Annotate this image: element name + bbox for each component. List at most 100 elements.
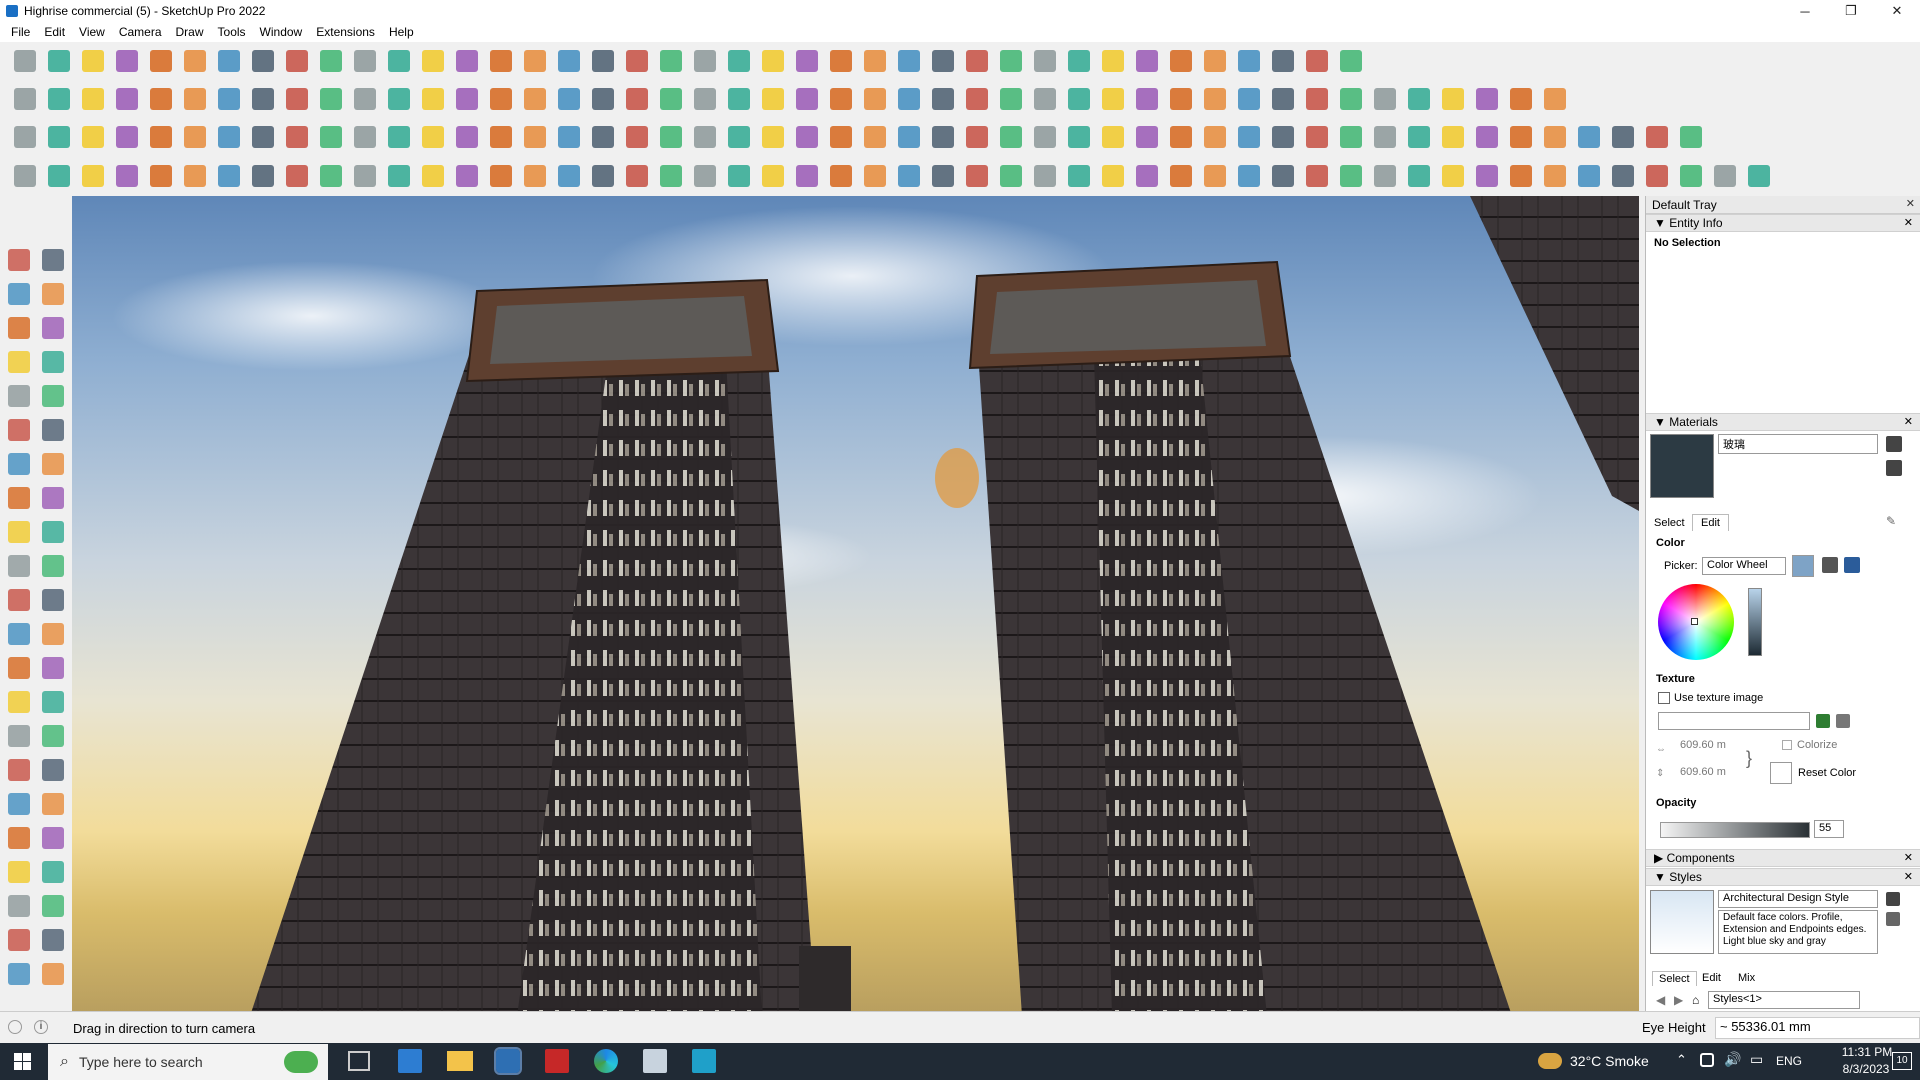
standard-tool-icon[interactable] [44,46,74,76]
calculator-app-icon[interactable] [398,1049,422,1073]
large-tool-icon[interactable] [2,481,36,515]
solid-tool-icon[interactable] [452,122,482,152]
large-tool-icon[interactable] [2,923,36,957]
solid-tool-icon[interactable] [1642,122,1672,152]
solid-tool-icon[interactable] [1098,122,1128,152]
materials-header[interactable]: ▼ Materials ✕ [1646,413,1920,431]
views-tool-icon[interactable] [1098,84,1128,114]
standard-tool-icon[interactable] [588,46,618,76]
entity-info-header[interactable]: ▼ Entity Info ✕ [1646,214,1920,232]
solid-tool-icon[interactable] [44,122,74,152]
extension-tool-icon[interactable] [622,161,652,191]
solid-tool-icon[interactable] [928,122,958,152]
extension-tool-icon[interactable] [1098,161,1128,191]
large-tool-icon[interactable] [2,617,36,651]
views-tool-icon[interactable] [248,84,278,114]
menu-file[interactable]: File [4,25,37,39]
solid-tool-icon[interactable] [554,122,584,152]
components-header[interactable]: ▶ Components ✕ [1646,849,1920,867]
solid-tool-icon[interactable] [792,122,822,152]
solid-tool-icon[interactable] [1166,122,1196,152]
large-tool-icon[interactable] [2,447,36,481]
material-swatch[interactable] [1650,434,1714,498]
file-explorer-icon[interactable] [447,1051,473,1071]
views-tool-icon[interactable] [418,84,448,114]
standard-tool-icon[interactable] [282,46,312,76]
back-arrow-icon[interactable]: ◀ [1656,993,1665,1007]
style-name-field[interactable]: Architectural Design Style [1718,890,1878,908]
solid-tool-icon[interactable] [826,122,856,152]
views-tool-icon[interactable] [1268,84,1298,114]
solid-tool-icon[interactable] [418,122,448,152]
style-description[interactable]: Default face colors. Profile, Extension … [1718,910,1878,954]
large-tool-icon[interactable] [36,821,70,855]
standard-tool-icon[interactable] [520,46,550,76]
styles-header[interactable]: ▼ Styles ✕ [1646,868,1920,886]
extension-tool-icon[interactable] [384,161,414,191]
standard-tool-icon[interactable] [826,46,856,76]
home-icon[interactable]: ⌂ [1692,993,1699,1007]
solid-tool-icon[interactable] [384,122,414,152]
extension-tool-icon[interactable] [690,161,720,191]
solid-tool-icon[interactable] [350,122,380,152]
browse-texture-icon[interactable] [1816,714,1830,728]
menu-camera[interactable]: Camera [112,25,169,39]
match-screen-color-icon[interactable] [1844,557,1860,573]
views-tool-icon[interactable] [1166,84,1196,114]
entity-info-close-icon[interactable]: ✕ [1904,216,1913,229]
large-tool-icon[interactable] [36,753,70,787]
edit-texture-icon[interactable] [1836,714,1850,728]
large-tool-icon[interactable] [36,719,70,753]
app-icon[interactable] [643,1049,667,1073]
large-tool-icon[interactable] [36,651,70,685]
large-tool-icon[interactable] [2,889,36,923]
notifications-badge[interactable]: 10 [1892,1052,1912,1070]
solid-tool-icon[interactable] [894,122,924,152]
large-tool-icon[interactable] [36,277,70,311]
volume-icon[interactable]: 🔊 [1724,1051,1741,1068]
extension-tool-icon[interactable] [282,161,312,191]
standard-tool-icon[interactable] [112,46,142,76]
views-tool-icon[interactable] [1370,84,1400,114]
brightness-slider[interactable] [1748,588,1762,656]
solid-tool-icon[interactable] [690,122,720,152]
create-material-icon[interactable] [1886,436,1902,452]
extension-tool-icon[interactable] [520,161,550,191]
solid-tool-icon[interactable] [1302,122,1332,152]
large-tool-icon[interactable] [2,515,36,549]
views-tool-icon[interactable] [146,84,176,114]
extension-tool-icon[interactable] [1030,161,1060,191]
large-tool-icon[interactable] [2,413,36,447]
model-viewport[interactable] [72,196,1639,1011]
large-tool-icon[interactable] [36,957,70,991]
extension-tool-icon[interactable] [1302,161,1332,191]
clock-time[interactable]: 11:31 PM [1840,1045,1894,1059]
solid-tool-icon[interactable] [486,122,516,152]
extension-tool-icon[interactable] [1166,161,1196,191]
standard-tool-icon[interactable] [1234,46,1264,76]
standard-tool-icon[interactable] [1166,46,1196,76]
solid-tool-icon[interactable] [214,122,244,152]
views-tool-icon[interactable] [1506,84,1536,114]
views-tool-icon[interactable] [860,84,890,114]
solid-tool-icon[interactable] [724,122,754,152]
extension-tool-icon[interactable] [826,161,856,191]
forward-arrow-icon[interactable]: ▶ [1674,993,1683,1007]
large-tool-icon[interactable] [36,447,70,481]
styles-tab-mix[interactable]: Mix [1738,972,1755,984]
extension-tool-icon[interactable] [1404,161,1434,191]
solid-tool-icon[interactable] [1370,122,1400,152]
opacity-value[interactable]: 55 [1814,820,1844,838]
extension-tool-icon[interactable] [350,161,380,191]
large-tool-icon[interactable] [36,549,70,583]
views-tool-icon[interactable] [1030,84,1060,114]
standard-tool-icon[interactable] [418,46,448,76]
match-model-color-icon[interactable] [1822,557,1838,573]
extension-tool-icon[interactable] [248,161,278,191]
menu-view[interactable]: View [72,25,112,39]
extension-tool-icon[interactable] [1132,161,1162,191]
views-tool-icon[interactable] [112,84,142,114]
standard-tool-icon[interactable] [792,46,822,76]
extension-tool-icon[interactable] [1744,161,1774,191]
solid-tool-icon[interactable] [1268,122,1298,152]
